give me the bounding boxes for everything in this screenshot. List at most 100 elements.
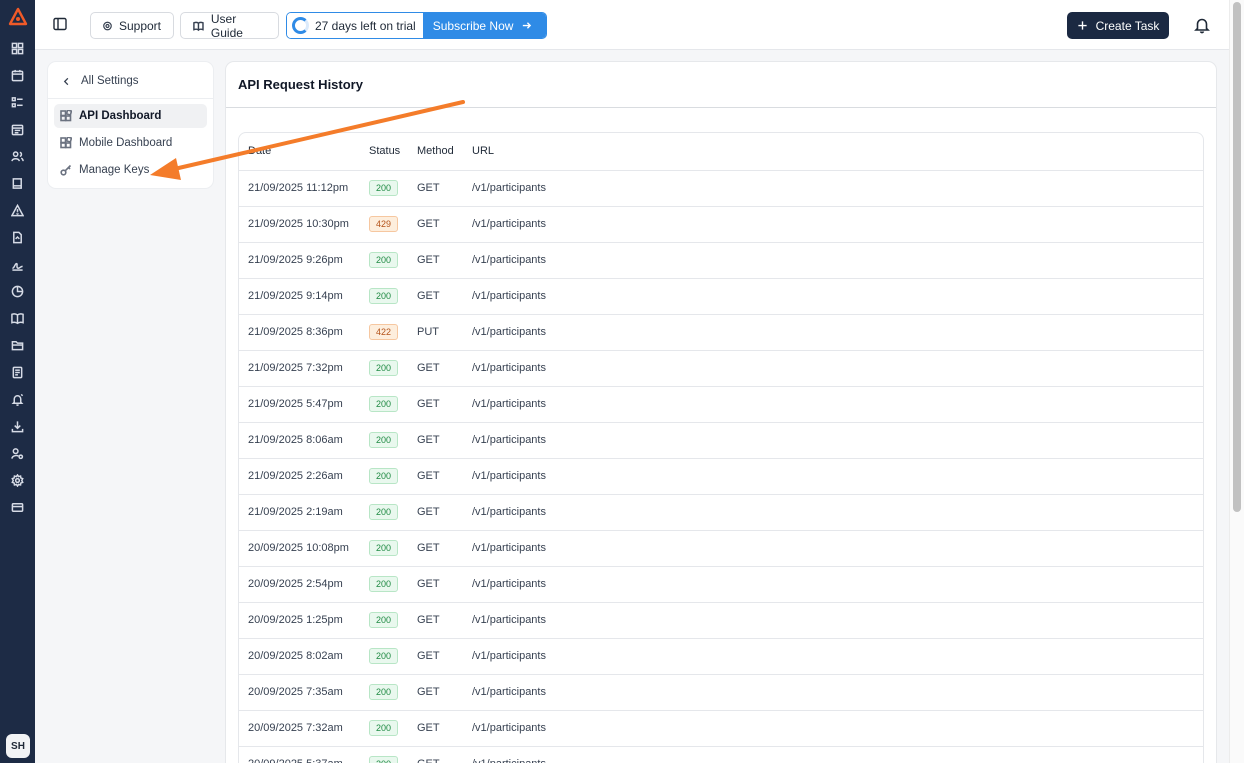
table-row[interactable]: 21/09/2025 7:32pm 200 GET/v1/participants	[239, 350, 1203, 387]
page-title: API Request History	[238, 77, 363, 92]
cell-url: /v1/participants	[463, 602, 1203, 639]
cell-method: GET	[408, 746, 463, 763]
status-badge: 200	[369, 504, 399, 520]
settings-nav: All Settings API Dashboard Mobile Dashbo…	[48, 62, 213, 188]
cell-method: GET	[408, 710, 463, 747]
nav-item-label: Mobile Dashboard	[79, 137, 173, 149]
all-settings-link[interactable]: All Settings	[62, 72, 139, 90]
request-table-container[interactable]: Date Status Method URL 21/09/2025 11:12p…	[238, 132, 1204, 763]
user-settings-icon[interactable]	[10, 446, 25, 461]
table-row[interactable]: 20/09/2025 8:02am 200 GET/v1/participants	[239, 638, 1203, 675]
dashboard-icon[interactable]	[10, 41, 25, 56]
status-badge: 200	[369, 756, 399, 763]
table-row[interactable]: 21/09/2025 11:12pm 200 GET/v1/participants	[239, 170, 1203, 207]
open-book-icon[interactable]	[10, 311, 25, 326]
cell-method: GET	[408, 602, 463, 639]
cell-date: 21/09/2025 9:14pm	[239, 278, 360, 315]
scrollbar-thumb[interactable]	[1233, 2, 1241, 512]
trial-progress-ring-icon	[292, 17, 309, 34]
cell-date: 21/09/2025 11:12pm	[239, 170, 360, 207]
status-badge: 200	[369, 612, 399, 628]
cell-status: 200	[360, 350, 408, 387]
page-scrollbar[interactable]	[1229, 0, 1244, 763]
signature-icon[interactable]	[10, 257, 25, 272]
cell-status: 200	[360, 494, 408, 531]
cell-date: 21/09/2025 10:30pm	[239, 206, 360, 243]
table-row[interactable]: 21/09/2025 9:14pm 200 GET/v1/participants	[239, 278, 1203, 315]
users-icon[interactable]	[10, 149, 25, 164]
table-row[interactable]: 20/09/2025 5:37am 200 GET/v1/participants	[239, 746, 1203, 763]
cell-status: 200	[360, 422, 408, 459]
cell-method: GET	[408, 170, 463, 207]
table-row[interactable]: 21/09/2025 8:06am 200 GET/v1/participants	[239, 422, 1203, 459]
nav-item-label: Manage Keys	[79, 164, 150, 176]
cell-status: 200	[360, 458, 408, 495]
nav-item-mobile-dashboard[interactable]: Mobile Dashboard	[54, 131, 207, 155]
folder-icon[interactable]	[10, 338, 25, 353]
column-header-method[interactable]: Method	[408, 133, 463, 171]
credit-card-icon[interactable]	[10, 500, 25, 515]
schedule-icon[interactable]	[10, 122, 25, 137]
sidebar-toggle-icon[interactable]	[53, 17, 67, 31]
table-row[interactable]: 20/09/2025 7:35am 200 GET/v1/participants	[239, 674, 1203, 711]
column-header-status[interactable]: Status	[360, 133, 408, 171]
cell-url: /v1/participants	[463, 458, 1203, 495]
app-logo-icon[interactable]	[8, 7, 28, 27]
nav-item-manage-keys[interactable]: Manage Keys	[54, 158, 207, 182]
cell-url: /v1/participants	[463, 386, 1203, 423]
cell-method: GET	[408, 458, 463, 495]
table-row[interactable]: 20/09/2025 10:08pm 200 GET/v1/participants	[239, 530, 1203, 567]
bell-ring-icon[interactable]	[10, 392, 25, 407]
table-row[interactable]: 20/09/2025 1:25pm 200 GET/v1/participants	[239, 602, 1203, 639]
create-task-button[interactable]: Create Task	[1067, 12, 1169, 39]
calendar-icon[interactable]	[10, 68, 25, 83]
cell-method: GET	[408, 278, 463, 315]
checklist-icon[interactable]	[10, 95, 25, 110]
divider	[226, 107, 1216, 108]
table-row[interactable]: 21/09/2025 2:19am 200 GET/v1/participants	[239, 494, 1203, 531]
table-row[interactable]: 21/09/2025 5:47pm 200 GET/v1/participants	[239, 386, 1203, 423]
status-badge: 422	[369, 324, 399, 340]
cell-url: /v1/participants	[463, 314, 1203, 351]
document-icon[interactable]	[10, 230, 25, 245]
user-guide-button[interactable]: User Guide	[180, 12, 279, 40]
table-row[interactable]: 21/09/2025 10:30pm 429 GET/v1/participants	[239, 206, 1203, 243]
column-header-date[interactable]: Date	[239, 133, 360, 171]
cell-method: GET	[408, 350, 463, 387]
support-button[interactable]: Support	[90, 12, 174, 39]
app-rail: SH	[0, 0, 35, 763]
divider	[48, 98, 213, 99]
cell-url: /v1/participants	[463, 638, 1203, 675]
pie-chart-icon[interactable]	[10, 284, 25, 299]
status-badge: 200	[369, 432, 399, 448]
nav-item-api-dashboard[interactable]: API Dashboard	[54, 104, 207, 128]
avatar[interactable]: SH	[6, 734, 30, 758]
cell-url: /v1/participants	[463, 710, 1203, 747]
alert-icon[interactable]	[10, 203, 25, 218]
column-header-url[interactable]: URL	[463, 133, 1203, 171]
status-badge: 200	[369, 684, 399, 700]
cell-date: 21/09/2025 8:06am	[239, 422, 360, 459]
table-row[interactable]: 20/09/2025 7:32am 200 GET/v1/participants	[239, 710, 1203, 747]
subscribe-button[interactable]: Subscribe Now	[422, 13, 547, 38]
cell-status: 200	[360, 386, 408, 423]
cell-method: GET	[408, 386, 463, 423]
table-row[interactable]: 21/09/2025 2:26am 200 GET/v1/participants	[239, 458, 1203, 495]
cell-date: 21/09/2025 5:47pm	[239, 386, 360, 423]
blocks-icon	[60, 110, 72, 122]
cell-date: 20/09/2025 1:25pm	[239, 602, 360, 639]
cell-date: 21/09/2025 7:32pm	[239, 350, 360, 387]
download-icon[interactable]	[10, 419, 25, 434]
cell-date: 20/09/2025 7:32am	[239, 710, 360, 747]
table-row[interactable]: 21/09/2025 9:26pm 200 GET/v1/participants	[239, 242, 1203, 279]
table-row[interactable]: 21/09/2025 8:36pm 422 PUT/v1/participants	[239, 314, 1203, 351]
form-icon[interactable]	[10, 365, 25, 380]
cell-url: /v1/participants	[463, 350, 1203, 387]
table-row[interactable]: 20/09/2025 2:54pm 200 GET/v1/participants	[239, 566, 1203, 603]
cell-method: GET	[408, 638, 463, 675]
notifications-bell-icon[interactable]	[1193, 16, 1211, 34]
trial-banner[interactable]: 27 days left on trial Subscribe Now	[286, 12, 548, 39]
book-icon[interactable]	[10, 176, 25, 191]
gear-icon[interactable]	[10, 473, 25, 488]
cell-status: 200	[360, 638, 408, 675]
